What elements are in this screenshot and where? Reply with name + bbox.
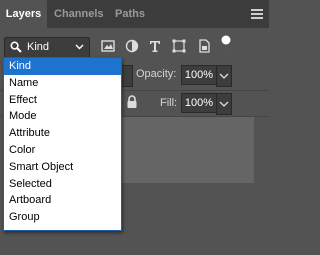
dropdown-item-effect[interactable]: Effect [4, 92, 121, 109]
fill-label: Fill: [160, 97, 178, 109]
search-icon [10, 41, 22, 53]
dropdown-item-kind[interactable]: Kind [4, 58, 121, 75]
chevron-down-icon [219, 73, 229, 79]
filter-type-select[interactable]: Kind [4, 37, 90, 58]
shape-filter-icon[interactable] [171, 38, 187, 54]
fill-input[interactable]: 100% [181, 93, 217, 113]
panel-tab-bar: Layers Channels Paths [0, 0, 269, 28]
opacity-dropdown-button[interactable] [216, 65, 232, 87]
lock-icon[interactable] [126, 95, 138, 109]
tab-layers[interactable]: Layers [0, 0, 47, 28]
panel-menu-icon[interactable] [251, 9, 263, 19]
chevron-down-icon [219, 101, 229, 107]
dropdown-item-smart-object[interactable]: Smart Object [4, 159, 121, 176]
dropdown-item-mode[interactable]: Mode [4, 108, 121, 125]
tab-channels[interactable]: Channels [54, 0, 104, 28]
type-filter-icon[interactable] [147, 38, 163, 54]
adjustment-filter-icon[interactable] [124, 38, 140, 54]
dropdown-item-name[interactable]: Name [4, 75, 121, 92]
opacity-input[interactable]: 100% [181, 65, 217, 85]
dropdown-item-color[interactable]: Color [4, 142, 121, 159]
filter-toggle-icon[interactable] [219, 33, 233, 55]
filter-type-dropdown: Kind Name Effect Mode Attribute Color Sm… [3, 57, 122, 231]
opacity-label: Opacity: [136, 68, 177, 80]
dropdown-item-attribute[interactable]: Attribute [4, 125, 121, 142]
tab-paths[interactable]: Paths [115, 0, 145, 28]
pixel-filter-icon[interactable] [100, 38, 116, 54]
dropdown-item-selected[interactable]: Selected [4, 176, 121, 193]
dropdown-item-artboard[interactable]: Artboard [4, 192, 121, 209]
fill-dropdown-button[interactable] [216, 93, 232, 115]
layer-row[interactable] [120, 117, 254, 183]
smart-object-filter-icon[interactable] [196, 38, 212, 54]
chevron-down-icon [75, 44, 84, 50]
filter-type-value: Kind [27, 41, 50, 53]
dropdown-item-group[interactable]: Group [4, 209, 121, 226]
